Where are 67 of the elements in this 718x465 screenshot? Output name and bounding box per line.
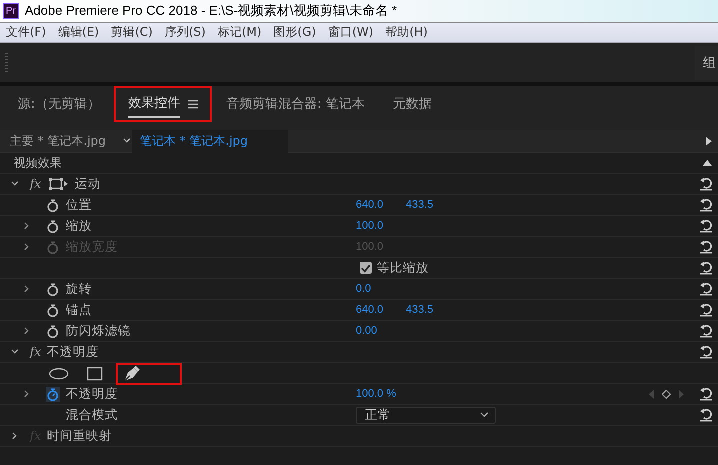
panel-tab[interactable]: 源:（无剪辑） bbox=[4, 90, 114, 118]
ellipse-mask-icon[interactable] bbox=[49, 368, 69, 380]
menu-item[interactable]: 窗口(W) bbox=[322, 24, 380, 41]
effect-name: 时间重映射 bbox=[47, 428, 112, 444]
reset-icon[interactable] bbox=[700, 282, 712, 296]
checkbox-label: 等比缩放 bbox=[377, 260, 429, 276]
value-field[interactable]: 0.00 bbox=[356, 325, 406, 337]
rectangle-mask-icon[interactable] bbox=[87, 367, 103, 381]
blend-mode-dropdown[interactable]: 正常 bbox=[356, 406, 496, 424]
value-field[interactable]: 100.0 bbox=[356, 220, 406, 232]
stopwatch-icon[interactable] bbox=[46, 282, 60, 296]
menu-item[interactable]: 序列(S) bbox=[158, 24, 212, 41]
dropdown-caret-icon[interactable] bbox=[122, 137, 132, 145]
clip-tab[interactable]: 主要 * 笔记本.jpg bbox=[8, 132, 116, 150]
effect-name: 不透明度 bbox=[47, 344, 100, 360]
stopwatch-icon[interactable] bbox=[46, 302, 60, 318]
reset-icon[interactable] bbox=[700, 219, 712, 233]
reset-icon[interactable] bbox=[700, 408, 712, 422]
menu-item[interactable]: 编辑(E) bbox=[52, 24, 106, 41]
app-logo: Pr bbox=[3, 3, 19, 19]
value-field[interactable]: 640.0 bbox=[356, 199, 406, 211]
property-name: 防闪烁滤镜 bbox=[66, 322, 131, 340]
scroll-up-icon[interactable] bbox=[703, 160, 712, 166]
property-name: 旋转 bbox=[66, 280, 92, 298]
fx-toggle[interactable]: fx bbox=[30, 177, 42, 191]
fx-toggle[interactable]: fx bbox=[30, 345, 42, 359]
property-name: 不透明度 bbox=[66, 386, 118, 402]
menu-item[interactable]: 图形(G) bbox=[268, 24, 322, 41]
play-arrow-icon[interactable] bbox=[706, 136, 712, 146]
panel-tab[interactable]: 元数据 bbox=[378, 90, 446, 118]
value-field[interactable]: 0.0 bbox=[356, 283, 406, 295]
reset-icon[interactable] bbox=[700, 387, 712, 401]
property-name: 混合模式 bbox=[66, 406, 118, 424]
reset-icon[interactable] bbox=[700, 303, 712, 317]
stopwatch-icon[interactable] bbox=[46, 324, 60, 338]
stopwatch-icon[interactable] bbox=[46, 218, 60, 234]
menu-icon[interactable] bbox=[188, 100, 198, 108]
add-keyframe-icon[interactable] bbox=[662, 390, 671, 398]
value-field[interactable]: 100.0 % bbox=[356, 388, 406, 400]
menu-item[interactable]: 文件(F) bbox=[0, 24, 52, 41]
clip-tab[interactable]: 笔记本 * 笔记本.jpg bbox=[132, 130, 288, 152]
value-field[interactable]: 433.5 bbox=[406, 304, 456, 316]
caret-icon bbox=[480, 412, 489, 418]
section-label: 视频效果 bbox=[14, 154, 62, 172]
stopwatch-icon[interactable] bbox=[46, 198, 60, 212]
menu-item[interactable]: 帮助(H) bbox=[380, 24, 434, 41]
transform-box-icon[interactable] bbox=[49, 178, 70, 190]
window-title: Adobe Premiere Pro CC 2018 - E:\S-视频素材\视频剪辑\未命名 * bbox=[25, 2, 398, 20]
value-field[interactable]: 640.0 bbox=[356, 304, 406, 316]
menu-item[interactable]: 标记(M) bbox=[212, 24, 268, 41]
property-name: 锚点 bbox=[66, 302, 92, 318]
grip-icon[interactable] bbox=[5, 52, 8, 72]
panel-tab[interactable]: 音频剪辑混合器: 笔记本 bbox=[212, 90, 379, 118]
effect-name: 运动 bbox=[75, 176, 102, 192]
reset-icon[interactable] bbox=[700, 177, 712, 191]
reset-icon[interactable] bbox=[700, 261, 712, 275]
pen-tool-icon[interactable] bbox=[124, 366, 140, 382]
property-name: 缩放宽度 bbox=[66, 238, 118, 256]
reset-icon[interactable] bbox=[700, 198, 712, 212]
checkbox[interactable] bbox=[360, 262, 372, 274]
menu-item[interactable]: 剪辑(C) bbox=[105, 24, 159, 41]
stopwatch-icon[interactable] bbox=[46, 386, 60, 402]
value-field[interactable]: 433.5 bbox=[406, 199, 456, 211]
reset-icon[interactable] bbox=[700, 324, 712, 338]
property-name: 位置 bbox=[66, 196, 92, 214]
property-name: 缩放 bbox=[66, 218, 92, 234]
reset-icon[interactable] bbox=[700, 345, 712, 359]
